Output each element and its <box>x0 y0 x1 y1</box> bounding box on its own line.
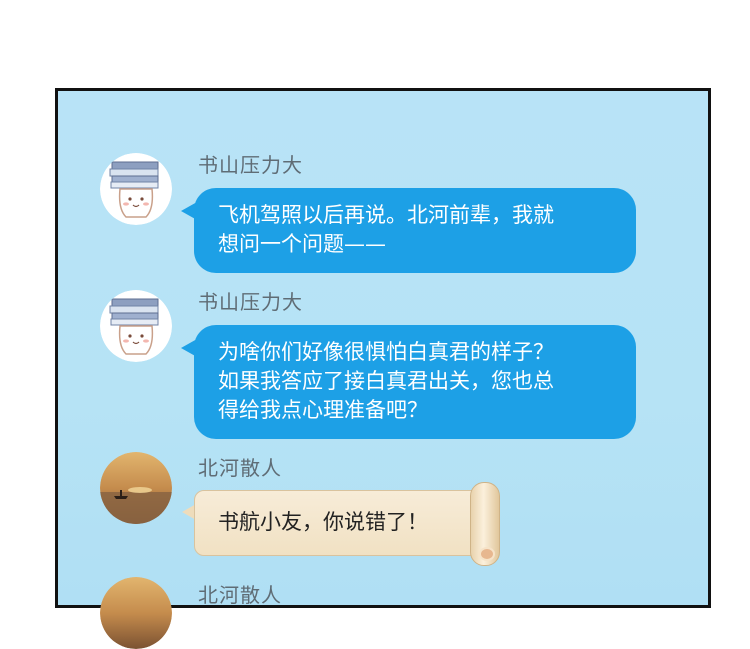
message-text: 书航小友，你说错了！ <box>218 510 428 534</box>
message-bubble[interactable]: 书航小友，你说错了！ <box>182 482 500 566</box>
message-bubble[interactable]: 飞机驾照以后再说。北河前辈，我就 想问一个问题—— <box>181 188 636 273</box>
bubble-tail <box>181 202 197 220</box>
books-character-icon <box>100 290 172 362</box>
chat-panel: 书山压力大 飞机驾照以后再说。北河前辈，我就 想问一个问题—— 书山压力大 为啥… <box>55 88 711 649</box>
message-line: 为啥你们好像很惧怕白真君的样子？ <box>218 340 554 364</box>
avatar[interactable] <box>100 577 172 649</box>
books-character-icon <box>100 153 172 225</box>
message-line: 想问一个问题—— <box>218 232 386 256</box>
message-line: 飞机驾照以后再说。北河前辈，我就 <box>218 203 554 227</box>
sender-name: 北河散人 <box>198 456 282 480</box>
avatar[interactable] <box>100 452 172 524</box>
sunset-lake-icon <box>100 452 172 524</box>
message-line: 如果我答应了接白真君出关，您也总 <box>218 369 554 393</box>
scroll-roll-icon <box>470 482 500 566</box>
avatar[interactable] <box>100 290 172 362</box>
sender-name: 北河散人 <box>198 583 282 607</box>
message-line: 得给我点心理准备吧？ <box>218 398 428 422</box>
sender-name: 书山压力大 <box>198 290 303 314</box>
bubble-tail <box>181 339 197 357</box>
sender-name: 书山压力大 <box>198 153 303 177</box>
avatar[interactable] <box>100 153 172 225</box>
sunset-lake-icon <box>100 577 172 649</box>
message-bubble[interactable]: 为啥你们好像很惧怕白真君的样子？ 如果我答应了接白真君出关，您也总 得给我点心理… <box>181 325 636 439</box>
